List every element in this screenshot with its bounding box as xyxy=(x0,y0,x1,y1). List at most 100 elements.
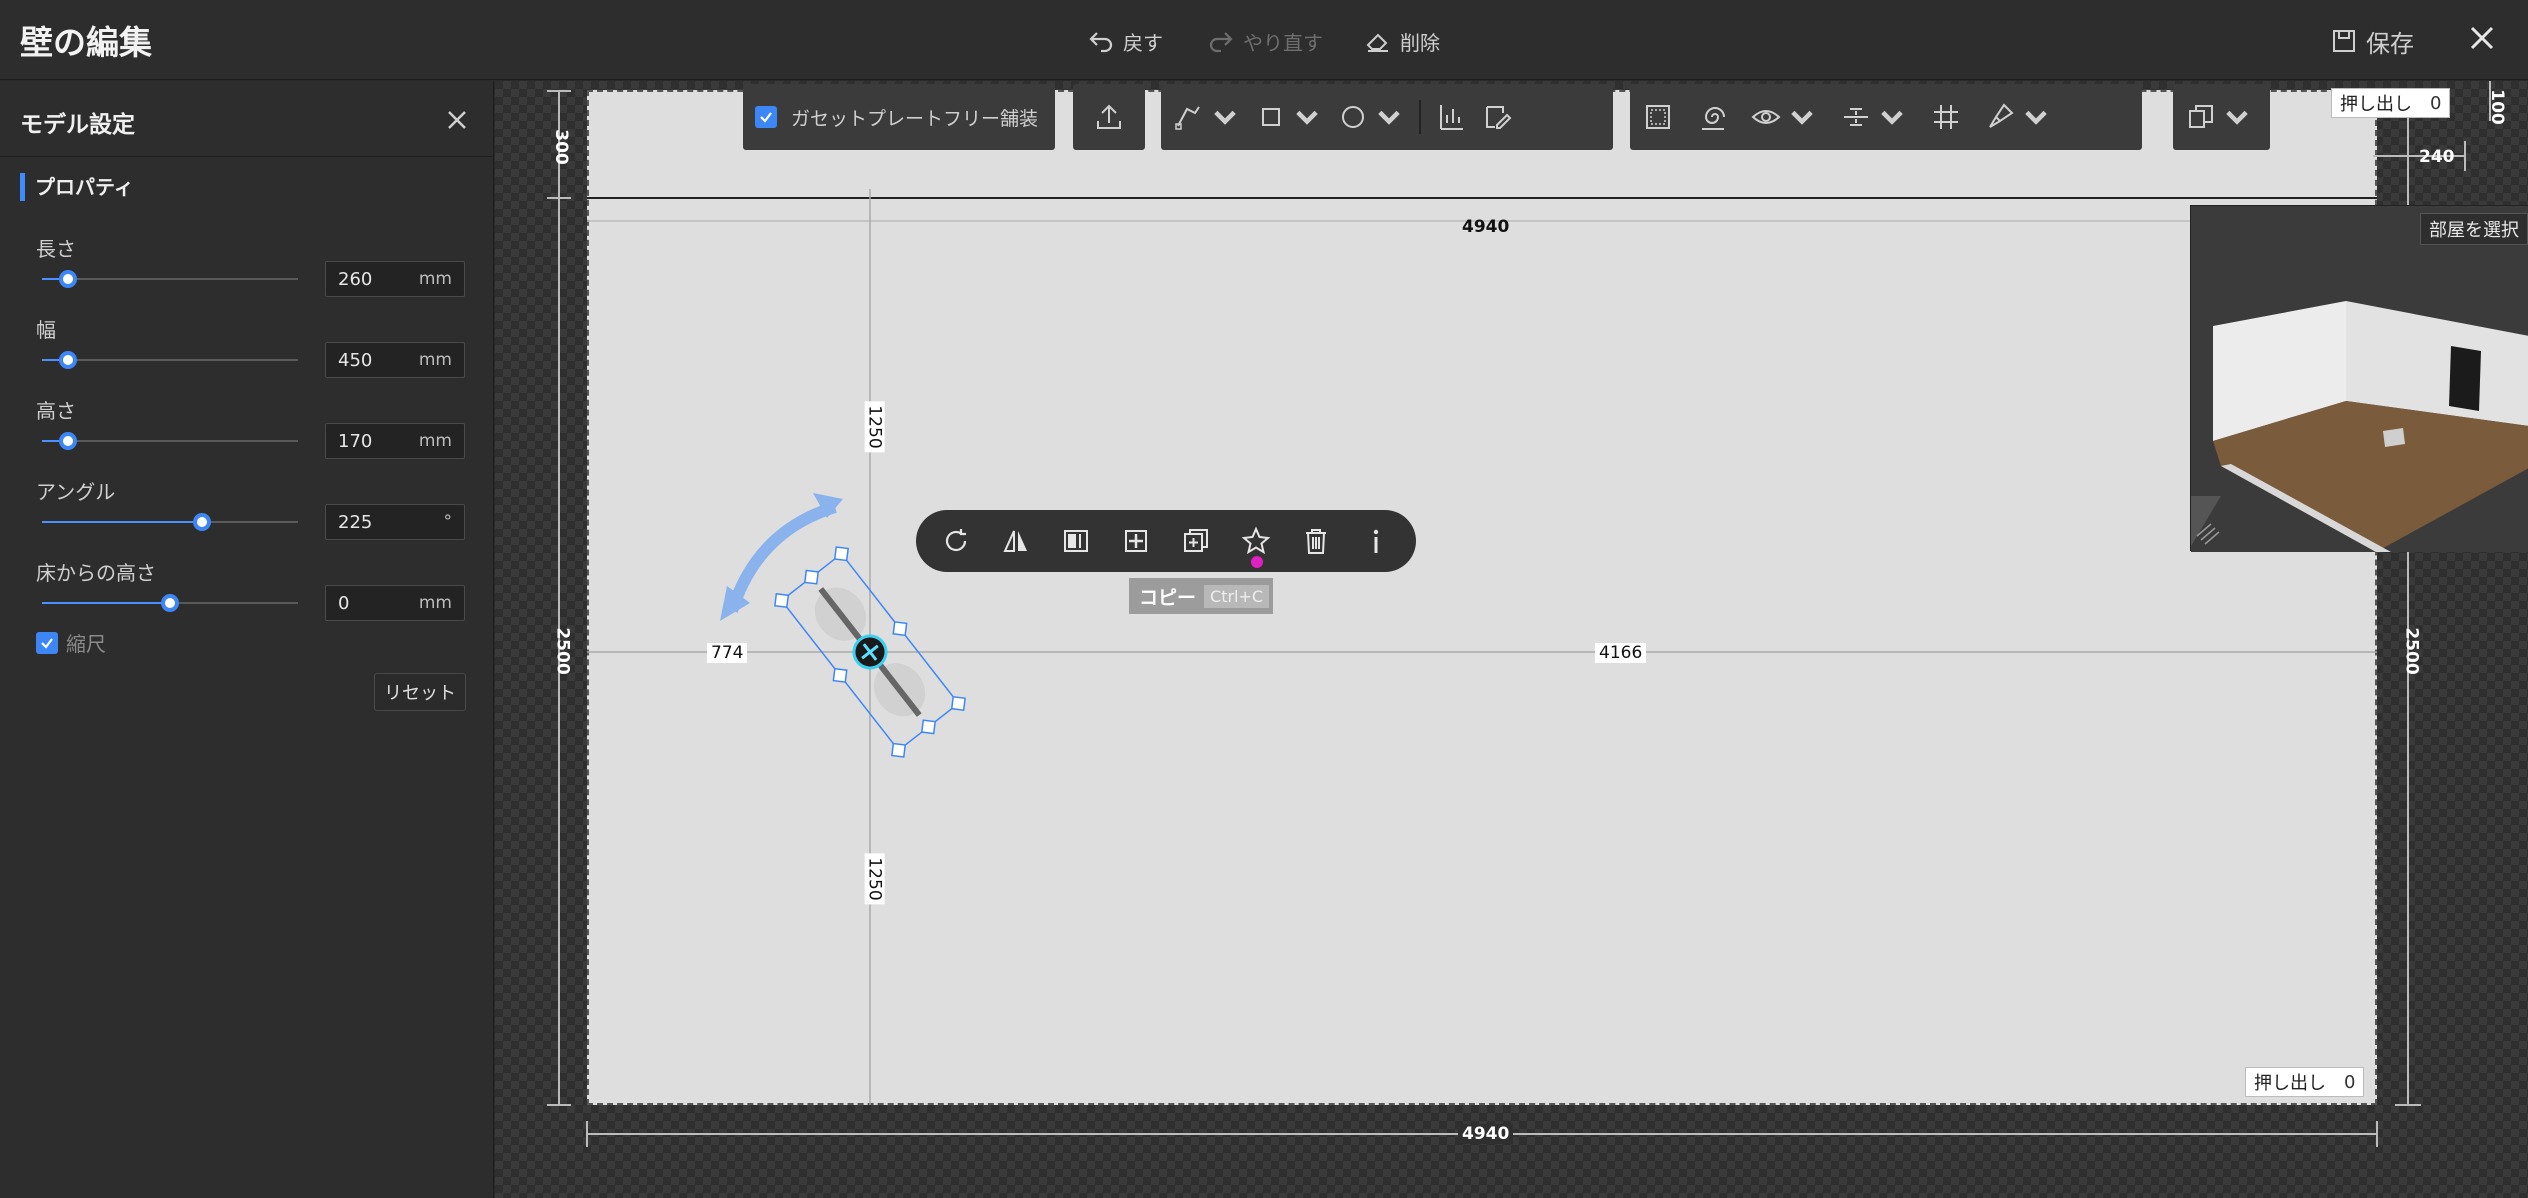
width-field[interactable]: 450 mm xyxy=(325,342,465,378)
delete-object-button[interactable] xyxy=(1296,521,1336,561)
wall-canvas[interactable]: 4940 4940 774 4166 1250 1250 2500 2500 3… xyxy=(495,81,2528,1198)
dim-left-total: 2500 xyxy=(552,627,573,675)
angle-slider[interactable] xyxy=(42,512,298,532)
rectangle-icon xyxy=(1262,108,1280,126)
length-unit: mm xyxy=(418,269,452,289)
chevron-down-icon xyxy=(1791,110,1813,125)
object-context-toolbar xyxy=(916,510,1416,572)
dim-right-distance[interactable]: 4166 xyxy=(1595,643,1647,663)
chevron-down-icon xyxy=(2025,110,2047,125)
dim-upper-height[interactable]: 1250 xyxy=(864,401,885,453)
grid-button[interactable] xyxy=(1930,101,1962,133)
layers-icon xyxy=(2189,105,2213,128)
height-slider[interactable] xyxy=(42,431,298,451)
chevron-down-icon xyxy=(1378,110,1400,125)
toolbar-separator xyxy=(1419,100,1421,134)
distribute-button[interactable] xyxy=(1840,101,1908,133)
width-label: 幅 xyxy=(36,318,56,342)
center-button[interactable] xyxy=(1116,521,1156,561)
grid-icon xyxy=(1934,105,1958,129)
eraser-icon xyxy=(1366,33,1388,52)
section-properties: プロパティ xyxy=(20,173,134,201)
panel-title: モデル設定 xyxy=(20,112,135,138)
trash-icon xyxy=(1306,529,1326,554)
room-3d-preview[interactable] xyxy=(2190,205,2528,552)
chevron-down-icon xyxy=(1214,110,1236,125)
brush-icon xyxy=(1989,103,2014,128)
height-unit: mm xyxy=(418,431,452,451)
height-field[interactable]: 170 mm xyxy=(325,423,465,459)
upload-button[interactable] xyxy=(1093,101,1125,133)
circle-button[interactable] xyxy=(1337,101,1405,133)
push-out-bottom-value[interactable]: 0 xyxy=(2344,1072,2355,1093)
upload-icon xyxy=(1097,104,1121,129)
length-slider[interactable] xyxy=(42,269,298,289)
info-button[interactable] xyxy=(1356,521,1396,561)
checkbox-checked-icon xyxy=(36,631,58,654)
frame-button[interactable] xyxy=(1642,101,1674,133)
undo-label: 戻す xyxy=(1123,30,1163,55)
pen-tool-button[interactable] xyxy=(1173,101,1241,133)
copy-tooltip: コピー Ctrl+C xyxy=(1129,578,1274,614)
reset-button[interactable]: リセット xyxy=(374,673,466,711)
angle-unit: ° xyxy=(443,512,453,532)
scale-checkbox[interactable]: 縮尺 xyxy=(36,628,106,657)
rotate-icon xyxy=(945,529,967,552)
delete-button[interactable]: 削除 xyxy=(1364,24,1440,58)
push-out-bottom: 押し出し 0 xyxy=(2245,1067,2365,1097)
gusset-toolbar-group: ガセットプレートフリー舗装 xyxy=(743,84,1055,150)
layers-button[interactable] xyxy=(2185,101,2253,133)
align-panel-button[interactable] xyxy=(1056,521,1096,561)
push-out-top-label: 押し出し xyxy=(2340,94,2412,115)
push-out-top-value[interactable]: 0 xyxy=(2430,93,2441,114)
copy-button[interactable] xyxy=(1176,521,1216,561)
pen-tool-icon xyxy=(1175,106,1200,130)
close-icon[interactable] xyxy=(2462,18,2502,58)
angle-value: 225 xyxy=(338,511,373,533)
select-room-button[interactable]: 部屋を選択 xyxy=(2420,213,2528,245)
length-field[interactable]: 260 mm xyxy=(325,261,465,297)
edit-note-button[interactable] xyxy=(1481,101,1513,133)
redo-icon xyxy=(1209,32,1233,53)
spiral-icon xyxy=(1702,107,1725,130)
info-icon xyxy=(1373,529,1379,553)
width-slider[interactable] xyxy=(42,350,298,370)
floor-height-slider[interactable] xyxy=(42,593,298,613)
redo-button[interactable]: やり直す xyxy=(1207,24,1323,58)
save-button[interactable]: 保存 xyxy=(2330,24,2414,58)
mirror-button[interactable] xyxy=(996,521,1036,561)
cursor-pointer-icon xyxy=(1251,556,1263,568)
edit-note-icon xyxy=(1486,106,1512,129)
redo-label: やり直す xyxy=(1243,30,1323,55)
dim-lower-height[interactable]: 1250 xyxy=(864,853,885,905)
center-icon xyxy=(1125,530,1147,552)
push-out-top: 押し出し 0 xyxy=(2331,88,2451,118)
visibility-button[interactable] xyxy=(1750,101,1818,133)
dim-left-distance[interactable]: 774 xyxy=(707,643,748,663)
close-icon[interactable] xyxy=(442,105,472,135)
page-title: 壁の編集 xyxy=(20,23,152,62)
gusset-label: ガセットプレートフリー舗装 xyxy=(791,107,1039,130)
height-label: 高さ xyxy=(36,399,76,423)
undo-button[interactable]: 戻す xyxy=(1087,24,1163,58)
upload-group xyxy=(1073,84,1145,150)
floor-height-field[interactable]: 0 mm xyxy=(325,585,465,621)
draw-tools-group xyxy=(1161,84,1613,150)
align-button[interactable] xyxy=(1435,101,1467,133)
floor-height-unit: mm xyxy=(418,593,452,613)
star-icon xyxy=(1241,526,1271,555)
delete-label: 削除 xyxy=(1400,30,1440,55)
brush-button[interactable] xyxy=(1984,101,2052,133)
angle-field[interactable]: 225 ° xyxy=(325,504,465,540)
view-tools-group xyxy=(1630,84,2142,150)
dim-top-width: 4940 xyxy=(1462,217,1510,237)
rotate-button[interactable] xyxy=(936,521,976,561)
rectangle-button[interactable] xyxy=(1255,101,1323,133)
tooltip-label: コピー xyxy=(1139,586,1197,609)
dim-right-total: 2500 xyxy=(2401,627,2422,675)
gusset-checkbox[interactable] xyxy=(755,106,777,128)
spiral-button[interactable] xyxy=(1696,101,1728,133)
distribute-icon xyxy=(1844,108,1868,126)
chevron-down-icon xyxy=(2226,110,2248,125)
dim-left-top-offset: 300 xyxy=(550,129,571,165)
